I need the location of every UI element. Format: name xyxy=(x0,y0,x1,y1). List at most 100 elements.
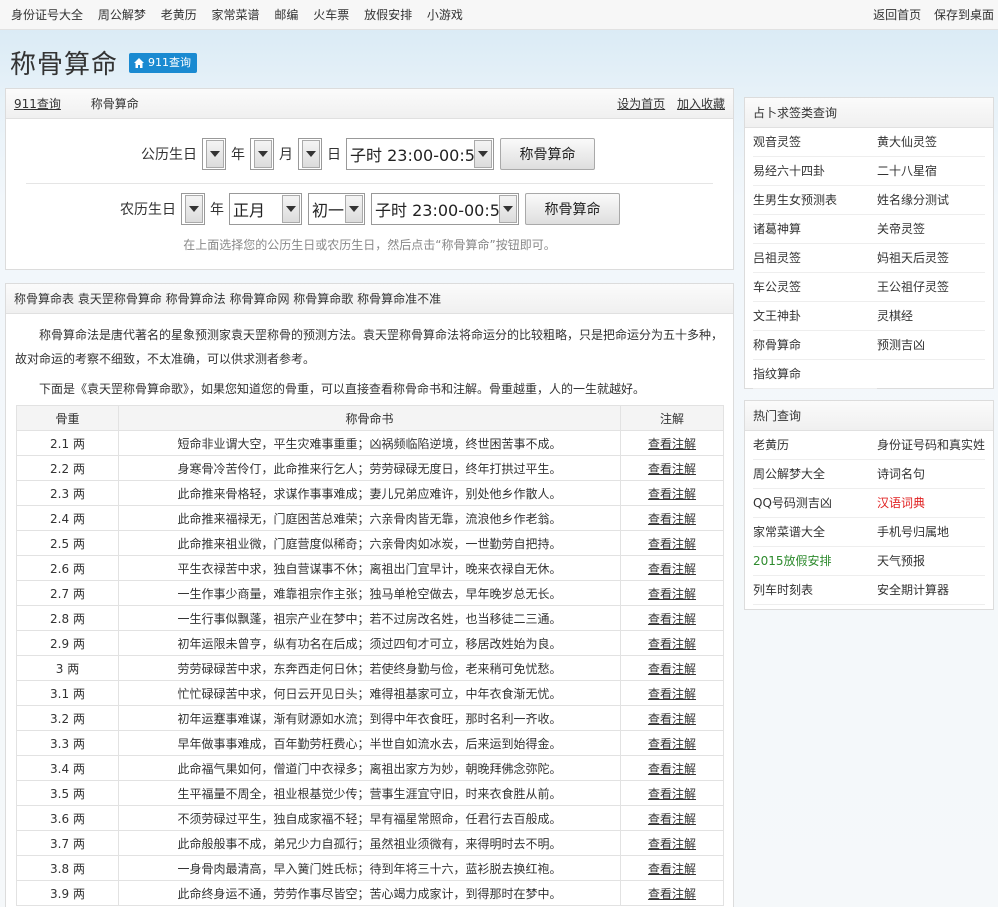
sidebar-item: 王公祖仔灵签 xyxy=(877,273,985,302)
sidebar-link[interactable]: 吕祖灵签 xyxy=(753,251,801,265)
sidebar-link[interactable]: 手机号归属地 xyxy=(877,525,949,539)
solar-month-select[interactable] xyxy=(250,138,274,170)
note-cell: 查看注解 xyxy=(620,580,724,606)
view-note-link[interactable]: 查看注解 xyxy=(648,462,696,476)
verse: 此命推来福禄无，门庭困苦总难荣；六亲骨肉皆无靠，流浪他乡作老翁。 xyxy=(118,505,621,531)
sidebar-link[interactable]: 姓名缘分测试 xyxy=(877,193,949,207)
sidebar-link[interactable]: 生男生女预测表 xyxy=(753,193,837,207)
sidebar-link[interactable]: 灵棋经 xyxy=(877,309,913,323)
add-favorite-link[interactable]: 加入收藏 xyxy=(677,97,725,111)
sidebar-link[interactable]: 指纹算命 xyxy=(753,367,801,381)
view-note-link[interactable]: 查看注解 xyxy=(648,537,696,551)
nav-almanac[interactable]: 老黄历 xyxy=(161,8,197,22)
view-note-link[interactable]: 查看注解 xyxy=(648,562,696,576)
view-note-link[interactable]: 查看注解 xyxy=(648,687,696,701)
solar-day-select[interactable] xyxy=(298,138,322,170)
view-note-link[interactable]: 查看注解 xyxy=(648,737,696,751)
sidebar-item: 二十八星宿 xyxy=(877,157,985,186)
solar-year-select[interactable] xyxy=(202,138,226,170)
sidebar-link[interactable]: 黄大仙灵签 xyxy=(877,135,937,149)
set-homepage-link[interactable]: 设为首页 xyxy=(617,97,665,111)
nav-holidays[interactable]: 放假安排 xyxy=(364,8,412,22)
view-note-link[interactable]: 查看注解 xyxy=(648,837,696,851)
view-note-link[interactable]: 查看注解 xyxy=(648,887,696,901)
sidebar-link[interactable]: 安全期计算器 xyxy=(877,583,949,597)
note-cell: 查看注解 xyxy=(620,880,724,906)
solar-hour-select[interactable]: 子时 23:00-00:59 xyxy=(346,138,494,170)
view-note-link[interactable]: 查看注解 xyxy=(648,712,696,726)
note-cell: 查看注解 xyxy=(620,505,724,531)
sidebar-link[interactable]: 天气预报 xyxy=(877,554,925,568)
sidebar-item: 指纹算命 xyxy=(753,360,877,389)
view-note-link[interactable]: 查看注解 xyxy=(648,612,696,626)
view-note-link[interactable]: 查看注解 xyxy=(648,762,696,776)
breadcrumb-home[interactable]: 911查询 xyxy=(14,97,61,111)
sidebar-link[interactable]: 老黄历 xyxy=(753,438,789,452)
nav-postcode[interactable]: 邮编 xyxy=(274,8,298,22)
sidebar-link[interactable]: 二十八星宿 xyxy=(877,164,937,178)
sidebar-link[interactable]: 周公解梦大全 xyxy=(753,467,825,481)
view-note-link[interactable]: 查看注解 xyxy=(648,637,696,651)
sidebar-link[interactable]: 诗词名句 xyxy=(877,467,925,481)
nav-recipes[interactable]: 家常菜谱 xyxy=(212,8,260,22)
view-note-link[interactable]: 查看注解 xyxy=(648,437,696,451)
sidebar-item: 列车时刻表 xyxy=(753,576,877,605)
hot-sidebar-title: 热门查询 xyxy=(745,401,993,431)
view-note-link[interactable]: 查看注解 xyxy=(648,487,696,501)
view-note-link[interactable]: 查看注解 xyxy=(648,587,696,601)
table-row: 3.9 两此命终身运不通，劳劳作事尽皆空；苦心竭力成家计，到得那时在梦中。 查看注… xyxy=(16,880,724,906)
sidebar-link[interactable]: 诸葛神算 xyxy=(753,222,801,236)
lunar-year-select[interactable] xyxy=(181,193,205,225)
note-cell: 查看注解 xyxy=(620,680,724,706)
nav-games[interactable]: 小游戏 xyxy=(427,8,463,22)
sidebar-link[interactable]: 称骨算命 xyxy=(753,338,801,352)
view-note-link[interactable]: 查看注解 xyxy=(648,512,696,526)
view-note-link[interactable]: 查看注解 xyxy=(648,812,696,826)
sidebar-item: 汉语词典 xyxy=(877,489,985,518)
lunar-submit-button[interactable]: 称骨算命 xyxy=(525,193,620,225)
sidebar-link[interactable]: 文王神卦 xyxy=(753,309,801,323)
lunar-month-select[interactable]: 正月 xyxy=(229,193,302,225)
bone-weight: 2.6 两 xyxy=(16,555,119,581)
sidebar-link[interactable]: 身份证号码和真实姓 xyxy=(877,438,985,452)
sidebar-link[interactable]: 关帝灵签 xyxy=(877,222,925,236)
view-note-link[interactable]: 查看注解 xyxy=(648,787,696,801)
sidebar-link[interactable]: 易经六十四卦 xyxy=(753,164,825,178)
sidebar-link[interactable]: 列车时刻表 xyxy=(753,583,813,597)
sidebar-item: 身份证号码和真实姓 xyxy=(877,431,985,460)
view-note-link[interactable]: 查看注解 xyxy=(648,662,696,676)
sidebar-link[interactable]: 2015放假安排 xyxy=(753,554,832,568)
note-cell: 查看注解 xyxy=(620,455,724,481)
sidebar-link[interactable]: QQ号码测吉凶 xyxy=(753,496,832,510)
sidebar-link[interactable]: 家常菜谱大全 xyxy=(753,525,825,539)
bone-weight: 2.7 两 xyxy=(16,580,119,606)
site-badge[interactable]: 911查询 xyxy=(129,52,198,73)
table-row: 3.7 两此命般般事不成，弟兄少力自孤行；虽然祖业须微有，来得明时去不明。 查看注… xyxy=(16,830,724,856)
verse: 身寒骨冷苦伶仃，此命推来行乞人；劳劳碌碌无度日，终年打拱过平生。 xyxy=(118,455,621,481)
form-hint: 在上面选择您的公历生日或农历生日，然后点击“称骨算命”按钮即可。 xyxy=(183,238,556,252)
note-cell: 查看注解 xyxy=(620,630,724,656)
nav-id-numbers[interactable]: 身份证号大全 xyxy=(11,8,83,22)
sidebar-link[interactable]: 汉语词典 xyxy=(877,496,925,510)
sidebar-item: 生男生女预测表 xyxy=(753,186,877,215)
nav-train[interactable]: 火车票 xyxy=(313,8,349,22)
nav-dream[interactable]: 周公解梦 xyxy=(98,8,146,22)
sidebar-link[interactable]: 观音灵签 xyxy=(753,135,801,149)
sidebar-link[interactable]: 车公灵签 xyxy=(753,280,801,294)
sidebar-item: 吕祖灵签 xyxy=(753,244,877,273)
save-desktop-link[interactable]: 保存到桌面 xyxy=(934,8,994,22)
sidebar-link[interactable]: 妈祖天后灵签 xyxy=(877,251,949,265)
table-row: 2.5 两此命推来祖业微，门庭营度似稀奇；六亲骨肉如冰炭，一世勤劳自把持。 查看注… xyxy=(16,530,724,556)
sidebar-link[interactable]: 预测吉凶 xyxy=(877,338,925,352)
lunar-hour-select[interactable]: 子时 23:00-00:59 xyxy=(371,193,519,225)
lunar-day-select[interactable]: 初一 xyxy=(308,193,365,225)
sidebar-item: 预测吉凶 xyxy=(877,331,985,360)
view-note-link[interactable]: 查看注解 xyxy=(648,862,696,876)
header-weight: 骨重 xyxy=(16,405,119,431)
home-link[interactable]: 返回首页 xyxy=(873,8,921,22)
solar-submit-button[interactable]: 称骨算命 xyxy=(500,138,595,170)
bone-weight: 3.6 两 xyxy=(16,805,119,831)
lunar-year-unit: 年 xyxy=(210,202,224,218)
note-cell: 查看注解 xyxy=(620,755,724,781)
sidebar-link[interactable]: 王公祖仔灵签 xyxy=(877,280,949,294)
